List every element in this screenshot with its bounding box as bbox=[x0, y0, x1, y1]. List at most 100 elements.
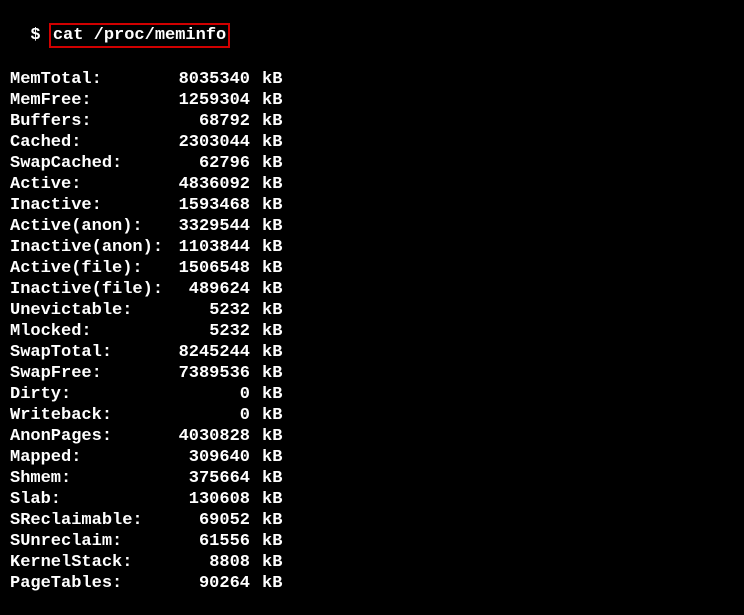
meminfo-value: 5232 bbox=[170, 300, 250, 321]
meminfo-unit: kB bbox=[262, 300, 282, 321]
meminfo-value: 375664 bbox=[170, 468, 250, 489]
meminfo-row: KernelStack:8808 kB bbox=[10, 552, 734, 573]
meminfo-value: 0 bbox=[170, 405, 250, 426]
meminfo-unit: kB bbox=[262, 258, 282, 279]
meminfo-label: Unevictable: bbox=[10, 300, 170, 321]
meminfo-value: 1506548 bbox=[170, 258, 250, 279]
meminfo-value: 309640 bbox=[170, 447, 250, 468]
meminfo-unit: kB bbox=[262, 174, 282, 195]
meminfo-unit: kB bbox=[262, 405, 282, 426]
meminfo-unit: kB bbox=[262, 342, 282, 363]
meminfo-value: 7389536 bbox=[170, 363, 250, 384]
meminfo-value: 4836092 bbox=[170, 174, 250, 195]
meminfo-label: Buffers: bbox=[10, 111, 170, 132]
meminfo-row: AnonPages:4030828 kB bbox=[10, 426, 734, 447]
meminfo-value: 8808 bbox=[170, 552, 250, 573]
meminfo-value: 3329544 bbox=[170, 216, 250, 237]
meminfo-value: 0 bbox=[170, 384, 250, 405]
meminfo-row: Mlocked:5232 kB bbox=[10, 321, 734, 342]
meminfo-row: Unevictable:5232 kB bbox=[10, 300, 734, 321]
meminfo-value: 489624 bbox=[170, 279, 250, 300]
meminfo-label: Slab: bbox=[10, 489, 170, 510]
meminfo-label: SwapTotal: bbox=[10, 342, 170, 363]
meminfo-unit: kB bbox=[262, 237, 282, 258]
meminfo-unit: kB bbox=[262, 90, 282, 111]
meminfo-row: Writeback:0 kB bbox=[10, 405, 734, 426]
meminfo-label: Active: bbox=[10, 174, 170, 195]
meminfo-row: MemFree:1259304 kB bbox=[10, 90, 734, 111]
meminfo-row: Active(anon):3329544 kB bbox=[10, 216, 734, 237]
meminfo-unit: kB bbox=[262, 111, 282, 132]
meminfo-row: SwapCached:62796 kB bbox=[10, 153, 734, 174]
meminfo-unit: kB bbox=[262, 69, 282, 90]
meminfo-label: Cached: bbox=[10, 132, 170, 153]
meminfo-row: Cached:2303044kB bbox=[10, 132, 734, 153]
meminfo-label: Active(anon): bbox=[10, 216, 170, 237]
meminfo-label: Inactive(file): bbox=[10, 279, 170, 300]
meminfo-label: SUnreclaim: bbox=[10, 531, 170, 552]
meminfo-label: AnonPages: bbox=[10, 426, 170, 447]
meminfo-value: 130608 bbox=[170, 489, 250, 510]
meminfo-unit: kB bbox=[262, 552, 282, 573]
meminfo-label: Shmem: bbox=[10, 468, 170, 489]
meminfo-row: SUnreclaim:61556kB bbox=[10, 531, 734, 552]
meminfo-unit: kB bbox=[262, 510, 282, 531]
meminfo-label: Mlocked: bbox=[10, 321, 170, 342]
meminfo-value: 68792 bbox=[170, 111, 250, 132]
meminfo-row: Inactive(file):489624 kB bbox=[10, 279, 734, 300]
meminfo-label: MemFree: bbox=[10, 90, 170, 111]
meminfo-label: Writeback: bbox=[10, 405, 170, 426]
meminfo-row: Buffers:68792 kB bbox=[10, 111, 734, 132]
meminfo-unit: kB bbox=[262, 426, 282, 447]
meminfo-label: Mapped: bbox=[10, 447, 170, 468]
meminfo-unit: kB bbox=[262, 468, 282, 489]
meminfo-label: SwapFree: bbox=[10, 363, 170, 384]
meminfo-value: 90264 bbox=[170, 573, 250, 594]
meminfo-label: Dirty: bbox=[10, 384, 170, 405]
meminfo-unit: kB bbox=[262, 216, 282, 237]
meminfo-unit: kB bbox=[262, 195, 282, 216]
meminfo-value: 2303044 bbox=[170, 132, 250, 153]
meminfo-label: SwapCached: bbox=[10, 153, 170, 174]
meminfo-unit: kB bbox=[262, 573, 282, 594]
meminfo-row: Inactive:1593468kB bbox=[10, 195, 734, 216]
meminfo-row: Shmem:375664 kB bbox=[10, 468, 734, 489]
meminfo-row: SwapTotal:8245244 kB bbox=[10, 342, 734, 363]
meminfo-label: MemTotal: bbox=[10, 69, 170, 90]
meminfo-value: 1103844 bbox=[170, 237, 250, 258]
meminfo-row: SReclaimable:69052 kB bbox=[10, 510, 734, 531]
prompt-line: $ cat /proc/meminfo bbox=[30, 23, 230, 48]
meminfo-value: 1259304 bbox=[170, 90, 250, 111]
meminfo-label: Active(file): bbox=[10, 258, 170, 279]
meminfo-row: Mapped:309640 kB bbox=[10, 447, 734, 468]
meminfo-label: PageTables: bbox=[10, 573, 170, 594]
meminfo-value: 8035340 bbox=[170, 69, 250, 90]
terminal-output: $ cat /proc/meminfo MemTotal:8035340kBMe… bbox=[10, 2, 734, 615]
meminfo-row: SwapFree:7389536 kB bbox=[10, 363, 734, 384]
meminfo-value: 62796 bbox=[170, 153, 250, 174]
meminfo-value: 69052 bbox=[170, 510, 250, 531]
meminfo-list: MemTotal:8035340kBMemFree:1259304kBBuffe… bbox=[10, 69, 734, 594]
meminfo-value: 8245244 bbox=[170, 342, 250, 363]
meminfo-unit: kB bbox=[262, 153, 282, 174]
prompt-symbol: $ bbox=[30, 26, 40, 45]
meminfo-label: Inactive: bbox=[10, 195, 170, 216]
meminfo-unit: kB bbox=[262, 321, 282, 342]
meminfo-unit: kB bbox=[262, 279, 282, 300]
meminfo-unit: kB bbox=[262, 447, 282, 468]
meminfo-value: 5232 bbox=[170, 321, 250, 342]
command-highlight: cat /proc/meminfo bbox=[49, 23, 230, 48]
meminfo-label: SReclaimable: bbox=[10, 510, 170, 531]
meminfo-row: Active(file):1506548 kB bbox=[10, 258, 734, 279]
meminfo-value: 61556 bbox=[170, 531, 250, 552]
meminfo-row: MemTotal:8035340 kB bbox=[10, 69, 734, 90]
meminfo-row: Inactive(anon):1103844 kB bbox=[10, 237, 734, 258]
meminfo-row: Dirty:0kB bbox=[10, 384, 734, 405]
meminfo-row: PageTables:90264 kB bbox=[10, 573, 734, 594]
meminfo-unit: kB bbox=[262, 363, 282, 384]
meminfo-value: 4030828 bbox=[170, 426, 250, 447]
meminfo-unit: kB bbox=[262, 489, 282, 510]
meminfo-label: KernelStack: bbox=[10, 552, 170, 573]
command-text: cat /proc/meminfo bbox=[53, 26, 226, 45]
meminfo-label: Inactive(anon): bbox=[10, 237, 170, 258]
